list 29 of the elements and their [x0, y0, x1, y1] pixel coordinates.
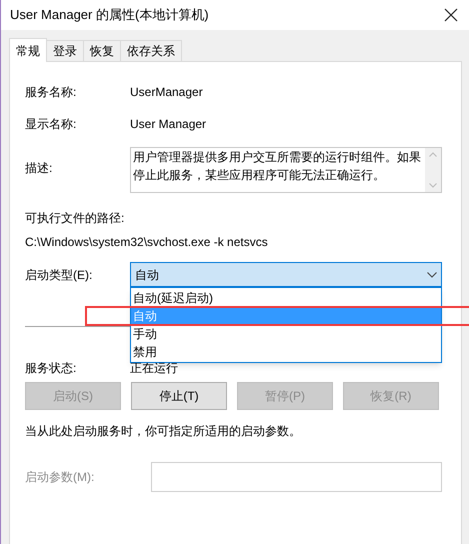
scroll-up-icon[interactable]: [429, 152, 437, 157]
field-label: 显示名称:: [25, 116, 78, 133]
field-label: 描述:: [25, 160, 54, 175]
close-icon[interactable]: [444, 8, 458, 22]
description-box[interactable]: 用户管理器提供多用户交互所需要的运行时组件。如果停止此服务，某些应用程序可能无法正确运行。: [130, 147, 442, 193]
scrollbar[interactable]: [425, 148, 441, 192]
tab[interactable]: 常规: [9, 38, 47, 62]
field-label: 启动参数(M):: [25, 469, 96, 486]
dropdown-option[interactable]: 手动: [131, 325, 441, 343]
tab[interactable]: 登录: [47, 40, 84, 61]
field-value: UserManager: [130, 84, 203, 101]
tab[interactable]: 恢复: [84, 40, 121, 61]
chevron-down-icon: [427, 272, 437, 278]
scroll-down-icon[interactable]: [429, 183, 437, 188]
startup-type-dropdown[interactable]: 自动: [130, 262, 442, 287]
field-value: 正在运行: [130, 360, 178, 377]
field-value: User Manager: [130, 116, 206, 133]
hint-text: 当从此处启动服务时，你可指定所适用的启动参数。: [25, 423, 301, 440]
field-label: 服务状态:: [25, 360, 78, 377]
path-value: C:\Windows\system32\svchost.exe -k netsvcs: [25, 234, 268, 251]
field-label: 服务名称:: [25, 84, 78, 101]
tab[interactable]: 依存关系: [121, 40, 182, 61]
window-title: User Manager 的属性(本地计算机): [10, 6, 209, 24]
dropdown-option[interactable]: 自动(延迟启动): [131, 289, 441, 307]
path-label: 可执行文件的路径:: [25, 210, 124, 227]
description-text: 用户管理器提供多用户交互所需要的运行时组件。如果停止此服务，某些应用程序可能无法正确运行。: [132, 149, 422, 184]
field-label: 启动类型(E):: [25, 266, 94, 284]
service-button[interactable]: 停止(T): [131, 382, 227, 410]
dropdown-option[interactable]: 禁用: [131, 343, 441, 361]
